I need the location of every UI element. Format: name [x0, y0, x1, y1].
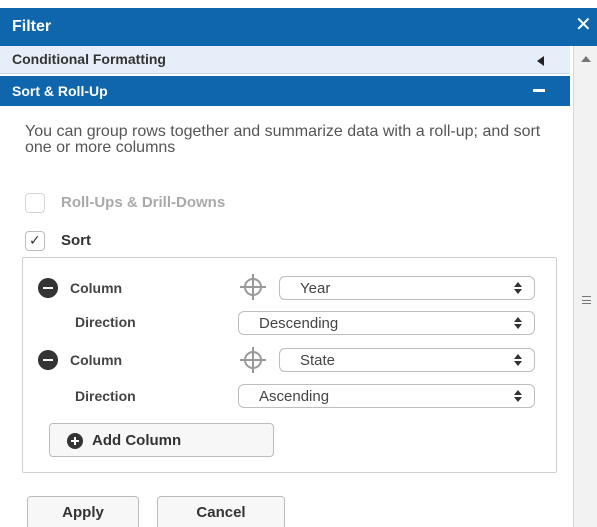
select-caret-icon [514, 317, 522, 329]
direction-select[interactable]: Ascending [238, 384, 535, 408]
scroll-grip-icon[interactable] [582, 296, 591, 304]
crosshair-icon[interactable] [240, 274, 266, 300]
section-label: Conditional Formatting [12, 51, 166, 67]
section-label: Sort & Roll-Up [12, 83, 108, 99]
select-caret-icon [514, 282, 522, 294]
column-select-value: State [300, 352, 336, 369]
add-circle-icon [67, 433, 83, 449]
select-caret-icon [514, 390, 522, 402]
add-column-label: Add Column [92, 432, 182, 449]
rollups-checkbox[interactable] [25, 193, 45, 213]
sort-label: Sort [61, 232, 91, 249]
column-label: Column [70, 280, 123, 296]
section-conditional-formatting[interactable]: Conditional Formatting [0, 46, 570, 74]
cancel-button[interactable]: Cancel [157, 496, 285, 527]
apply-button[interactable]: Apply [27, 496, 139, 527]
select-caret-icon [514, 354, 522, 366]
direction-select-value: Ascending [259, 388, 330, 405]
close-icon[interactable]: ✕ [575, 15, 592, 35]
section-sort-rollup[interactable]: Sort & Roll-Up [0, 76, 570, 106]
remove-column-icon[interactable] [38, 278, 58, 298]
scrollbar[interactable] [573, 46, 597, 527]
column-select[interactable]: Year [279, 276, 535, 300]
sort-description: You can group rows together and summariz… [25, 123, 541, 156]
direction-label: Direction [75, 314, 136, 330]
direction-label: Direction [75, 388, 136, 404]
direction-select[interactable]: Descending [238, 311, 535, 335]
sort-checkbox[interactable]: ✓ [25, 231, 45, 251]
remove-column-icon[interactable] [38, 350, 58, 370]
checkmark-icon: ✓ [29, 232, 41, 248]
column-select[interactable]: State [279, 348, 535, 372]
top-strip [0, 0, 597, 8]
panel-title: Filter [12, 18, 52, 35]
column-select-value: Year [300, 280, 331, 297]
expanded-icon [533, 89, 545, 92]
scroll-up-icon[interactable] [581, 56, 591, 62]
rollups-label: Roll-Ups & Drill-Downs [61, 194, 226, 211]
crosshair-icon[interactable] [240, 347, 266, 373]
add-column-button[interactable]: Add Column [49, 423, 274, 457]
filter-header: Filter ✕ [0, 8, 597, 46]
direction-select-value: Descending [259, 315, 339, 332]
collapse-arrow-icon [537, 56, 544, 66]
column-label: Column [70, 352, 123, 368]
